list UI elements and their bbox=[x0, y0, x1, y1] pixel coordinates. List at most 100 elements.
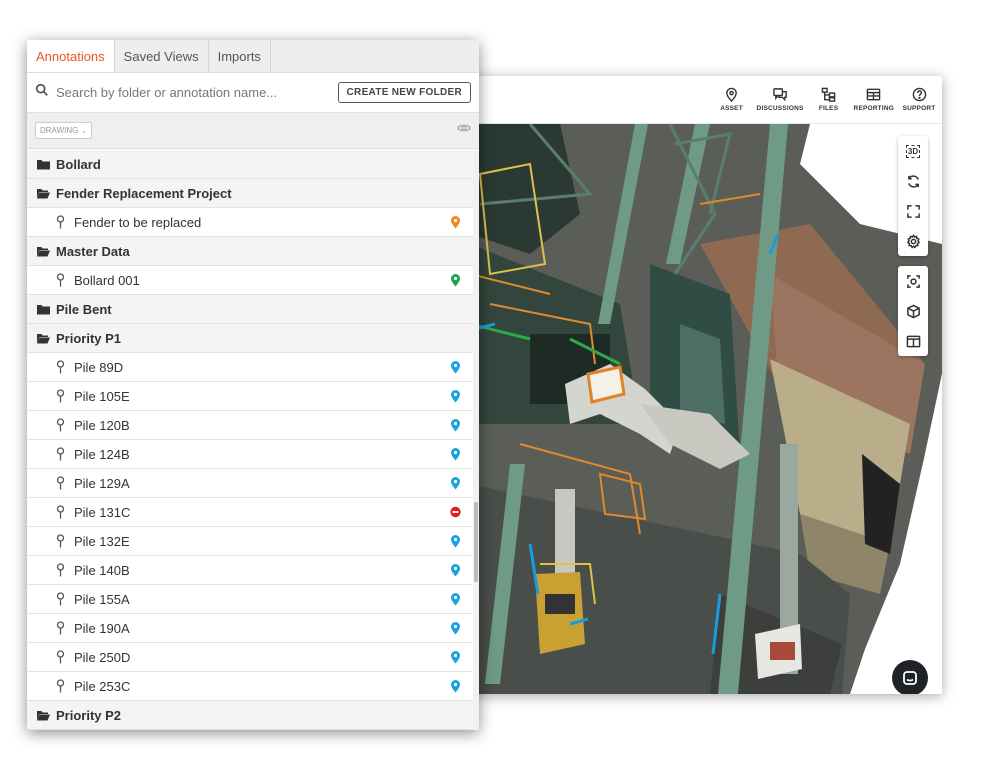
folder-label: Fender Replacement Project bbox=[56, 185, 232, 201]
3d-model-render bbox=[470, 124, 942, 694]
top-navigation: ASSET DISCUSSIONS FILES REPORTING SUPPOR… bbox=[470, 76, 942, 124]
annotation-label: Pile 190A bbox=[74, 620, 130, 636]
pin-icon bbox=[56, 621, 65, 635]
annotation-row[interactable]: Fender to be replaced bbox=[27, 208, 473, 237]
nav-asset[interactable]: ASSET bbox=[715, 87, 749, 112]
search-icon bbox=[35, 83, 49, 102]
pin-icon bbox=[56, 360, 65, 374]
annotation-label: Pile 155A bbox=[74, 591, 130, 607]
blocked-marker-icon bbox=[450, 506, 461, 518]
nav-discussions[interactable]: DISCUSSIONS bbox=[757, 87, 804, 112]
help-icon bbox=[912, 87, 926, 102]
viewer-window: ASSET DISCUSSIONS FILES REPORTING SUPPOR… bbox=[470, 76, 942, 694]
map-marker-icon bbox=[451, 448, 460, 461]
folder-row[interactable]: Pile Bent bbox=[27, 295, 473, 324]
pin-icon bbox=[56, 534, 65, 548]
pin-icon bbox=[56, 476, 65, 490]
annotation-row[interactable]: Pile 253C bbox=[27, 672, 473, 701]
nav-reporting[interactable]: REPORTING bbox=[854, 87, 894, 112]
discussions-icon bbox=[772, 88, 787, 102]
map-marker-icon bbox=[451, 535, 460, 548]
folder-label: Priority P2 bbox=[56, 707, 122, 723]
focus-button[interactable] bbox=[898, 266, 928, 296]
create-new-folder-button[interactable]: CREATE NEW FOLDER bbox=[337, 82, 471, 103]
map-marker-icon bbox=[451, 419, 460, 432]
annotations-panel: Annotations Saved Views Imports CREATE N… bbox=[27, 40, 479, 730]
search-row: CREATE NEW FOLDER bbox=[27, 73, 479, 113]
annotation-label: Fender to be replaced bbox=[74, 214, 202, 230]
focus-icon bbox=[906, 274, 920, 288]
annotation-tree: Bollard Fender Replacement Project Fender … bbox=[27, 150, 473, 730]
nav-support[interactable]: SUPPORT bbox=[902, 87, 936, 112]
scrollbar-thumb[interactable] bbox=[474, 502, 478, 582]
annotation-label: Pile 131C bbox=[74, 504, 131, 520]
annotation-type-value: DRAWING bbox=[40, 126, 79, 135]
search-input[interactable] bbox=[56, 85, 338, 100]
pin-icon bbox=[56, 505, 65, 519]
view-tools-bottom bbox=[898, 266, 928, 356]
folder-icon bbox=[37, 304, 50, 314]
folder-row[interactable]: Master Data bbox=[27, 237, 473, 266]
folder-row[interactable]: Priority P2 bbox=[27, 701, 473, 730]
annotation-row[interactable]: Pile 132E bbox=[27, 527, 473, 556]
annotation-label: Pile 140B bbox=[74, 562, 130, 578]
folder-label: Bollard bbox=[56, 156, 101, 172]
pin-icon bbox=[56, 418, 65, 432]
map-marker-icon bbox=[451, 622, 460, 635]
pin-icon bbox=[56, 389, 65, 403]
filter-row: DRAWING ⌄ bbox=[27, 113, 479, 149]
visibility-toggle[interactable] bbox=[457, 121, 471, 140]
annotation-label: Bollard 001 bbox=[74, 272, 140, 288]
settings-icon bbox=[906, 233, 920, 249]
settings-button[interactable] bbox=[898, 226, 928, 256]
annotation-row[interactable]: Pile 131C bbox=[27, 498, 473, 527]
annotation-label: Pile 250D bbox=[74, 649, 131, 665]
annotation-row[interactable]: Pile 129A bbox=[27, 469, 473, 498]
nav-files[interactable]: FILES bbox=[812, 87, 846, 112]
map-marker-icon bbox=[451, 361, 460, 374]
eye-icon bbox=[457, 124, 471, 132]
folder-row[interactable]: Priority P1 bbox=[27, 324, 473, 353]
chat-button[interactable] bbox=[892, 660, 928, 694]
annotation-row[interactable]: Pile 89D bbox=[27, 353, 473, 382]
tab-annotations[interactable]: Annotations bbox=[27, 40, 115, 72]
folder-label: Priority P1 bbox=[56, 330, 122, 346]
annotation-row[interactable]: Pile 120B bbox=[27, 411, 473, 440]
pin-icon bbox=[56, 215, 65, 229]
folder-row[interactable]: Bollard bbox=[27, 150, 473, 179]
tree-scrollbar[interactable] bbox=[473, 150, 479, 730]
folder-label: Master Data bbox=[56, 243, 130, 259]
tab-imports[interactable]: Imports bbox=[209, 40, 271, 72]
split-view-button[interactable] bbox=[898, 326, 928, 356]
chat-icon bbox=[903, 671, 917, 685]
folder-label: Pile Bent bbox=[56, 301, 112, 317]
annotation-type-dropdown[interactable]: DRAWING ⌄ bbox=[35, 122, 93, 139]
tab-saved-views[interactable]: Saved Views bbox=[115, 40, 209, 72]
rotate-button[interactable] bbox=[898, 166, 928, 196]
map-marker-icon bbox=[451, 593, 460, 606]
annotation-row[interactable]: Bollard 001 bbox=[27, 266, 473, 295]
folder-row[interactable]: Fender Replacement Project bbox=[27, 179, 473, 208]
reporting-icon bbox=[866, 88, 881, 101]
nav-asset-label: ASSET bbox=[720, 105, 743, 112]
pin-icon bbox=[56, 679, 65, 693]
files-icon bbox=[821, 87, 836, 102]
annotation-row[interactable]: Pile 190A bbox=[27, 614, 473, 643]
folder-open-icon bbox=[37, 333, 50, 343]
map-marker-icon bbox=[451, 390, 460, 403]
3d-view-button[interactable]: 3D bbox=[898, 136, 928, 166]
map-marker-icon bbox=[451, 274, 460, 287]
annotation-label: Pile 120B bbox=[74, 417, 130, 433]
cube-button[interactable] bbox=[898, 296, 928, 326]
annotation-row[interactable]: Pile 250D bbox=[27, 643, 473, 672]
map-marker-icon bbox=[451, 216, 460, 229]
annotation-row[interactable]: Pile 124B bbox=[27, 440, 473, 469]
fullscreen-button[interactable] bbox=[898, 196, 928, 226]
annotation-row[interactable]: Pile 105E bbox=[27, 382, 473, 411]
annotation-row[interactable]: Pile 140B bbox=[27, 556, 473, 585]
fullscreen-icon bbox=[906, 204, 920, 218]
nav-files-label: FILES bbox=[818, 105, 839, 112]
annotation-row[interactable]: Pile 155A bbox=[27, 585, 473, 614]
3d-scene[interactable] bbox=[470, 124, 942, 694]
map-marker-icon bbox=[451, 477, 460, 490]
